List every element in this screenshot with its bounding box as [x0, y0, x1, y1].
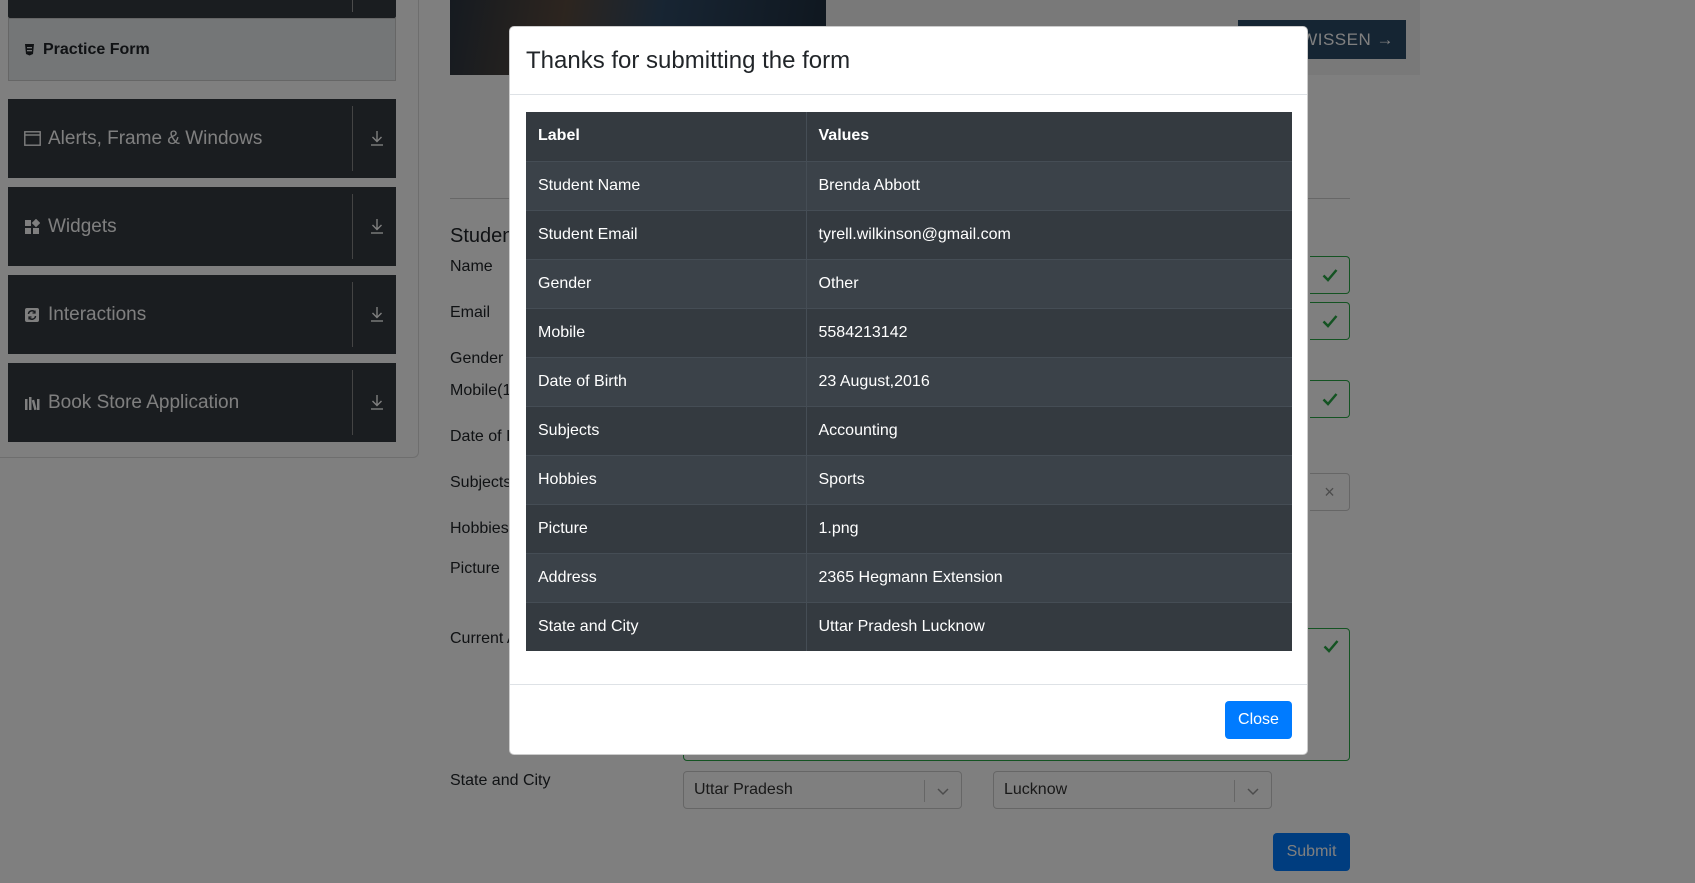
- table-header-row: Label Values: [526, 112, 1292, 161]
- submission-modal: Thanks for submitting the form Label Val…: [509, 26, 1308, 755]
- table-row: State and City Uttar Pradesh Lucknow: [526, 601, 1292, 651]
- row-value: Accounting: [806, 405, 1292, 455]
- table-row: Student Email tyrell.wilkinson@gmail.com: [526, 209, 1292, 259]
- table-row: Date of Birth 23 August,2016: [526, 356, 1292, 406]
- table-row: Mobile 5584213142: [526, 307, 1292, 357]
- table-row: Hobbies Sports: [526, 454, 1292, 504]
- row-label: Gender: [526, 258, 807, 308]
- row-label: Picture: [526, 503, 807, 553]
- row-value: 23 August,2016: [806, 356, 1292, 406]
- row-label: Hobbies: [526, 454, 807, 504]
- table-row: Address 2365 Hegmann Extension: [526, 552, 1292, 602]
- row-label: Student Email: [526, 209, 807, 259]
- table-row: Subjects Accounting: [526, 405, 1292, 455]
- modal-body: Label Values Student Name Brenda Abbott S…: [526, 112, 1292, 651]
- row-value: Other: [806, 258, 1292, 308]
- row-label: Address: [526, 552, 807, 602]
- row-value: 5584213142: [806, 307, 1292, 357]
- modal-footer: Close: [510, 684, 1307, 754]
- row-value: Brenda Abbott: [806, 160, 1292, 210]
- row-value: 1.png: [806, 503, 1292, 553]
- header-label: Label: [526, 112, 807, 161]
- modal-title: Thanks for submitting the form: [526, 46, 851, 74]
- row-value: tyrell.wilkinson@gmail.com: [806, 209, 1292, 259]
- results-table: Label Values Student Name Brenda Abbott S…: [526, 112, 1292, 651]
- close-button[interactable]: Close: [1225, 701, 1292, 739]
- table-row: Student Name Brenda Abbott: [526, 160, 1292, 210]
- row-label: State and City: [526, 601, 807, 651]
- modal-header: Thanks for submitting the form: [510, 27, 1307, 95]
- header-values: Values: [818, 127, 870, 145]
- table-row: Picture 1.png: [526, 503, 1292, 553]
- row-value: Uttar Pradesh Lucknow: [806, 601, 1292, 651]
- row-label: Date of Birth: [526, 356, 807, 406]
- row-label: Mobile: [526, 307, 807, 357]
- table-row: Gender Other: [526, 258, 1292, 308]
- row-label: Student Name: [526, 160, 807, 210]
- row-value: 2365 Hegmann Extension: [806, 552, 1292, 602]
- row-label: Subjects: [526, 405, 807, 455]
- row-value: Sports: [806, 454, 1292, 504]
